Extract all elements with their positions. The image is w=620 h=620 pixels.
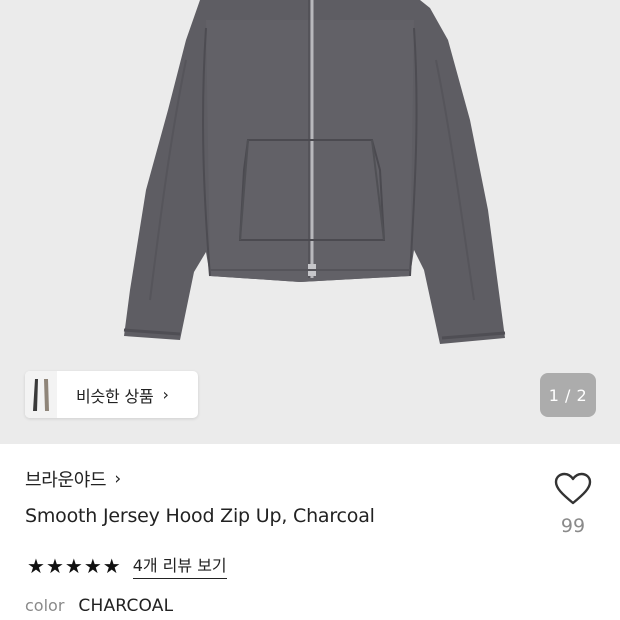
chevron-right-icon: ›	[114, 469, 122, 489]
rating-stars: ★ ★ ★ ★ ★	[27, 556, 121, 576]
image-pager-indicator: 1 / 2	[540, 373, 596, 417]
star-filled-icon: ★	[64, 553, 83, 578]
wish-count: 99	[560, 515, 586, 537]
wish-button[interactable]: 99	[551, 472, 595, 537]
star-filled-icon: ★	[83, 553, 102, 578]
rating-row: ★ ★ ★ ★ ★ 4개 리뷰 보기	[27, 552, 227, 579]
similar-products-button[interactable]: 비슷한 상품 ›	[25, 371, 198, 418]
star-filled-icon: ★	[102, 553, 121, 578]
heart-outline-icon	[554, 472, 592, 505]
product-detail-page: 비슷한 상품 › 1 / 2 브라운야드 › Smooth Jersey Hoo…	[0, 0, 620, 620]
similar-products-thumbnail	[25, 371, 57, 418]
chevron-right-icon: ›	[162, 385, 169, 404]
reviews-link[interactable]: 4개 리뷰 보기	[132, 552, 227, 579]
color-option: color CHARCOAL	[25, 596, 173, 616]
star-filled-icon: ★	[27, 553, 45, 578]
product-title: Smooth Jersey Hood Zip Up, Charcoal	[25, 505, 375, 527]
star-filled-icon: ★	[45, 553, 64, 578]
option-value: CHARCOAL	[78, 596, 174, 616]
product-image-area[interactable]: 비슷한 상품 › 1 / 2	[0, 0, 620, 444]
similar-products-label: 비슷한 상품	[76, 386, 154, 406]
option-label: color	[25, 596, 65, 615]
brand-name: 브라운야드	[25, 470, 107, 491]
brand-link[interactable]: 브라운야드 ›	[25, 466, 121, 492]
